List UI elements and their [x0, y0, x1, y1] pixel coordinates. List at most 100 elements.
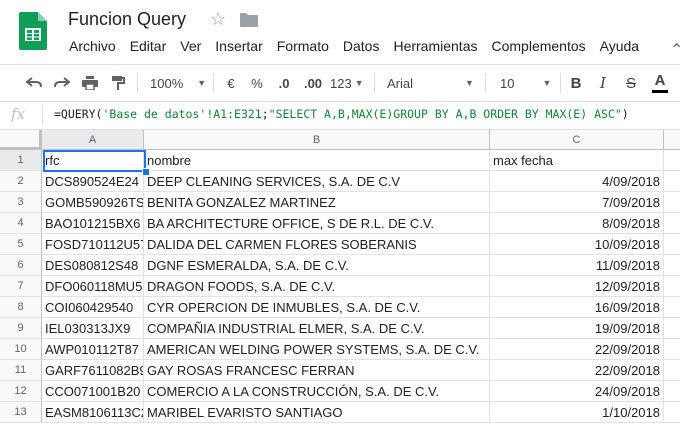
more-formats-select[interactable]: 123 ▼	[330, 65, 366, 101]
cell-a[interactable]: COI060429540	[42, 297, 144, 318]
sheets-logo-icon[interactable]	[19, 12, 47, 50]
strikethrough-button[interactable]: S	[623, 65, 639, 101]
row-header[interactable]: 7	[0, 276, 42, 297]
cell-d[interactable]	[664, 150, 680, 171]
print-icon[interactable]	[78, 65, 102, 101]
decrease-decimal-button[interactable]: .0	[274, 65, 294, 101]
cell-b[interactable]: DEEP CLEANING SERVICES, S.A. DE C.V	[144, 171, 490, 192]
fill-handle[interactable]	[142, 168, 150, 176]
cell-c[interactable]: 8/09/2018	[490, 213, 664, 234]
cell-a[interactable]: DFO060118MU5	[42, 276, 144, 297]
cell-d[interactable]	[664, 255, 680, 276]
cell-b[interactable]: BENITA GONZALEZ MARTINEZ	[144, 192, 490, 213]
bold-button[interactable]: B	[568, 65, 584, 101]
cell-c[interactable]: 11/09/2018	[490, 255, 664, 276]
cell-a[interactable]: FOSD710112U57	[42, 234, 144, 255]
row-header[interactable]: 11	[0, 360, 42, 381]
cell-c[interactable]: 19/09/2018	[490, 318, 664, 339]
cell-d[interactable]	[664, 318, 680, 339]
row-header[interactable]: 10	[0, 339, 42, 360]
menu-datos[interactable]: Datos	[336, 38, 387, 54]
cell-b[interactable]: MARIBEL EVARISTO SANTIAGO	[144, 402, 490, 423]
cell-d[interactable]	[664, 234, 680, 255]
menu-formato[interactable]: Formato	[270, 38, 336, 54]
menu-archivo[interactable]: Archivo	[62, 38, 123, 54]
cell-a[interactable]: AWP010112T87	[42, 339, 144, 360]
cell-c[interactable]: 7/09/2018	[490, 192, 664, 213]
folder-icon[interactable]	[240, 13, 258, 27]
cell-c[interactable]: 22/09/2018	[490, 339, 664, 360]
italic-button[interactable]: I	[595, 65, 611, 101]
cell-b[interactable]: AMERICAN WELDING POWER SYSTEMS, S.A. DE …	[144, 339, 490, 360]
formula-input[interactable]: =QUERY('Base de datos'!A1:E321;"SELECT A…	[54, 107, 629, 121]
column-header-b[interactable]: B	[144, 130, 490, 150]
row-header[interactable]: 9	[0, 318, 42, 339]
cell-a[interactable]: GARF7611082B9	[42, 360, 144, 381]
menu-insertar[interactable]: Insertar	[208, 38, 269, 54]
cell-d[interactable]	[664, 360, 680, 381]
cell-c[interactable]: 4/09/2018	[490, 171, 664, 192]
cell-a[interactable]: CCO071001B20	[42, 381, 144, 402]
menu-herramientas[interactable]: Herramientas	[386, 38, 484, 54]
row-header[interactable]: 5	[0, 234, 42, 255]
cell-d[interactable]	[664, 192, 680, 213]
row-header[interactable]: 3	[0, 192, 42, 213]
zoom-select[interactable]: 100% ▼	[150, 65, 206, 101]
cell-d[interactable]	[664, 381, 680, 402]
cell-c[interactable]: 12/09/2018	[490, 276, 664, 297]
row-header[interactable]: 12	[0, 381, 42, 402]
document-title[interactable]: Funcion Query	[68, 9, 186, 30]
row-header[interactable]: 6	[0, 255, 42, 276]
star-icon[interactable]: ☆	[210, 9, 226, 30]
column-header-d[interactable]	[664, 130, 680, 150]
cell-d[interactable]	[664, 339, 680, 360]
cell-b[interactable]: DALIDA DEL CARMEN FLORES SOBERANIS	[144, 234, 490, 255]
cell-c[interactable]: 24/09/2018	[490, 381, 664, 402]
font-family-select[interactable]: Arial ▼	[387, 65, 479, 101]
increase-decimal-button[interactable]: .00	[301, 65, 325, 101]
cell-a[interactable]: DCS890524E24	[42, 171, 144, 192]
menu-overflow-icon[interactable]: ⌃	[670, 40, 680, 60]
cell-b[interactable]: nombre	[144, 150, 490, 171]
cell-b[interactable]: COMPAÑIA INDUSTRIAL ELMER, S.A. DE C.V.	[144, 318, 490, 339]
cell-c[interactable]: 1/10/2018	[490, 402, 664, 423]
row-header[interactable]: 4	[0, 213, 42, 234]
row-header[interactable]: 8	[0, 297, 42, 318]
cell-a[interactable]: BAO101215BX6	[42, 213, 144, 234]
paint-format-icon[interactable]	[106, 65, 130, 101]
currency-button[interactable]: €	[223, 65, 239, 101]
cell-b[interactable]: DGNF ESMERALDA, S.A. DE C.V.	[144, 255, 490, 276]
percent-button[interactable]: %	[249, 65, 265, 101]
row-header[interactable]: 13	[0, 402, 42, 423]
cell-c[interactable]: 16/09/2018	[490, 297, 664, 318]
cell-b[interactable]: BA ARCHITECTURE OFFICE, S DE R.L. DE C.V…	[144, 213, 490, 234]
select-all-corner[interactable]	[0, 130, 42, 150]
cell-c[interactable]: max fecha	[490, 150, 664, 171]
text-color-button[interactable]: A	[651, 65, 669, 101]
cell-b[interactable]: COMERCIO A LA CONSTRUCCIÓN, S.A. DE C.V.	[144, 381, 490, 402]
cell-b[interactable]: CYR OPERCION DE INMUBLES, S.A. DE C.V.	[144, 297, 490, 318]
cell-a[interactable]: EASM8106113C2	[42, 402, 144, 423]
row-header[interactable]: 1	[0, 150, 42, 171]
cell-d[interactable]	[664, 402, 680, 423]
menu-complementos[interactable]: Complementos	[484, 38, 592, 54]
undo-icon[interactable]	[22, 65, 46, 101]
cell-a[interactable]: GOMB590926TS	[42, 192, 144, 213]
font-size-select[interactable]: 10 ▼	[500, 65, 556, 101]
cell-a[interactable]: DES080812S48	[42, 255, 144, 276]
cell-d[interactable]	[664, 171, 680, 192]
cell-a[interactable]: IEL030313JX9	[42, 318, 144, 339]
row-header[interactable]: 2	[0, 171, 42, 192]
menu-ayuda[interactable]: Ayuda	[593, 38, 646, 54]
column-header-c[interactable]: C	[490, 130, 664, 150]
cell-d[interactable]	[664, 297, 680, 318]
redo-icon[interactable]	[50, 65, 74, 101]
menu-ver[interactable]: Ver	[173, 38, 208, 54]
cell-d[interactable]	[664, 213, 680, 234]
cell-b[interactable]: DRAGON FOODS, S.A. DE C.V.	[144, 276, 490, 297]
cell-c[interactable]: 10/09/2018	[490, 234, 664, 255]
cell-c[interactable]: 22/09/2018	[490, 360, 664, 381]
menu-editar[interactable]: Editar	[123, 38, 174, 54]
cell-b[interactable]: GAY ROSAS FRANCESC FERRAN	[144, 360, 490, 381]
column-header-a[interactable]: A	[42, 130, 144, 150]
